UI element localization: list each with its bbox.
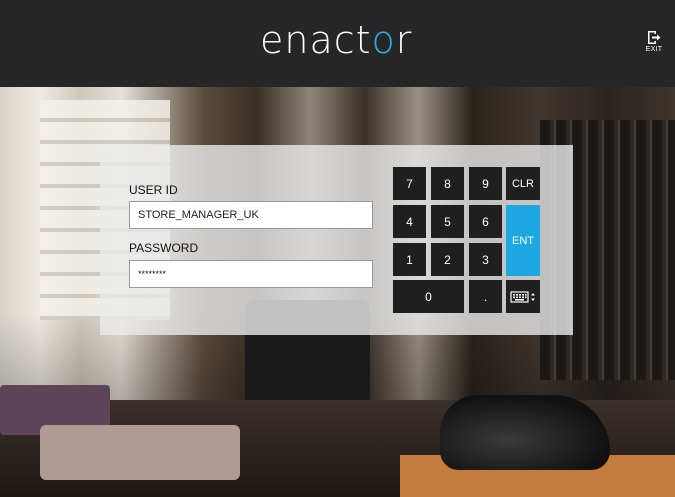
background-folded-shirts	[40, 425, 240, 480]
exit-icon	[648, 31, 661, 44]
key-decimal[interactable]: .	[469, 280, 502, 313]
exit-label: EXIT	[645, 46, 663, 53]
key-9[interactable]: 9	[469, 167, 502, 200]
key-5[interactable]: 5	[431, 205, 464, 238]
header-bar: enactor EXIT	[0, 0, 675, 87]
exit-button[interactable]: EXIT	[643, 30, 665, 53]
password-label: PASSWORD	[129, 241, 199, 255]
key-0[interactable]: 0	[393, 280, 464, 313]
enter-button[interactable]: ENT	[506, 205, 540, 276]
key-7[interactable]: 7	[393, 167, 426, 200]
key-4[interactable]: 4	[393, 205, 426, 238]
key-2[interactable]: 2	[431, 243, 464, 276]
background-shoes	[440, 395, 610, 470]
keyboard-icon	[510, 290, 535, 303]
clear-button[interactable]: CLR	[506, 167, 540, 200]
keyboard-toggle-button[interactable]	[506, 280, 540, 313]
login-panel: USER ID STORE_MANAGER_UK PASSWORD ******…	[100, 145, 573, 335]
password-field[interactable]: ********	[129, 260, 373, 288]
user-id-label: USER ID	[129, 183, 178, 197]
key-3[interactable]: 3	[469, 243, 502, 276]
key-6[interactable]: 6	[469, 205, 502, 238]
user-id-field[interactable]: STORE_MANAGER_UK	[129, 201, 373, 229]
key-8[interactable]: 8	[431, 167, 464, 200]
enactor-logo: enactor	[260, 18, 413, 62]
key-1[interactable]: 1	[393, 243, 426, 276]
